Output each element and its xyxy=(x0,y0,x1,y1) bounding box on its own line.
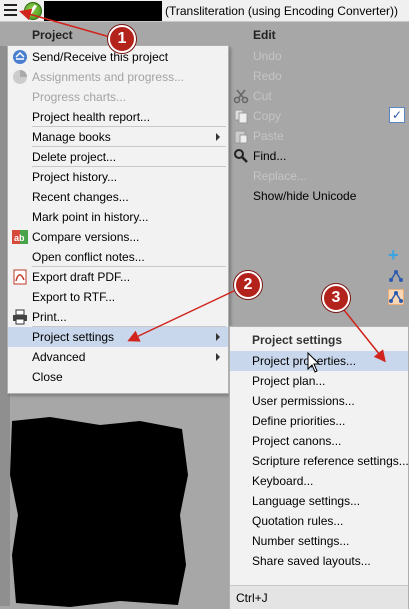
annotation-badge-2: 2 xyxy=(234,271,262,299)
annotation-badge-1: 1 xyxy=(108,25,136,53)
annotation-badge-3: 3 xyxy=(322,284,350,312)
